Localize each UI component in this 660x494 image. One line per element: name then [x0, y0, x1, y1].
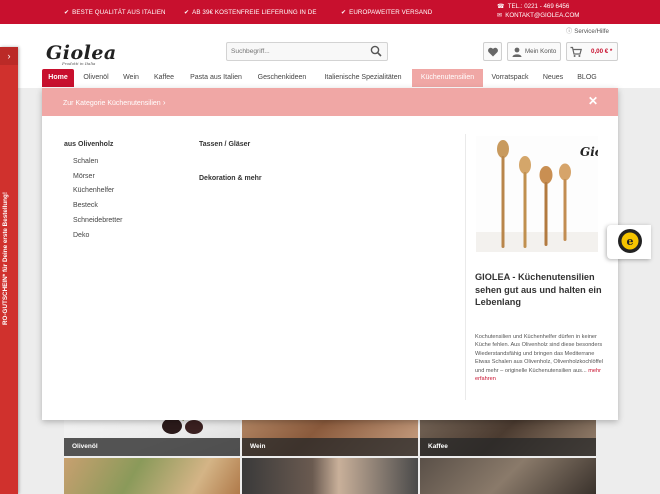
tile-caption-kaffee: Kaffee — [420, 438, 596, 456]
search-input[interactable] — [231, 45, 369, 58]
teaser-title: GIOLEA - Küchenutensilien sehen gut aus … — [475, 272, 602, 307]
nav-blog[interactable]: BLOG — [573, 69, 601, 87]
voucher-side-tab[interactable]: › RO-GUTSCHEIN* für Deine erste Bestellu… — [0, 47, 18, 494]
svg-text:e: e — [627, 235, 634, 248]
nav-neues[interactable]: Neues — [540, 69, 566, 87]
nav-olivenoel[interactable]: Olivenöl — [78, 69, 114, 87]
account-label: Mein Konto — [525, 48, 557, 55]
user-icon — [512, 47, 522, 57]
top-usp-bar: BESTE QUALITÄT AUS ITALIEN AB 39€ KOSTEN… — [0, 0, 660, 24]
service-help-menu[interactable]: Service/Hilfe — [566, 26, 609, 35]
phone-link[interactable]: TEL.: 0221 - 469 6456 — [497, 3, 570, 10]
nav-vorratspack[interactable]: Vorratspack — [487, 69, 533, 87]
heart-icon — [488, 47, 498, 57]
menu-item-moerser[interactable]: Mörser — [73, 173, 95, 180]
usp-eu-shipping: EUROPAWEITER VERSAND — [341, 9, 432, 16]
menu-item-besteck[interactable]: Besteck — [73, 202, 98, 209]
trusted-shops-badge[interactable]: e — [607, 225, 651, 259]
nav-spezialitaeten[interactable]: Italienische Spezialitäten — [317, 69, 409, 87]
mega-menu-header: Zur Kategorie Küchenutensilien ✕ — [42, 88, 618, 116]
menu-col-olivenholz[interactable]: aus Olivenholz — [64, 141, 113, 148]
account-button[interactable]: Mein Konto — [507, 42, 561, 61]
category-tile-people[interactable] — [242, 458, 418, 494]
teaser-logo: Giolea — [580, 145, 598, 159]
teaser-body: Kochutensilien und Küchenhelfer dürfen i… — [475, 334, 604, 374]
category-tile-kitchen[interactable] — [420, 458, 596, 494]
menu-item-schneidebretter[interactable]: Schneidebretter — [73, 217, 122, 224]
usp-quality: BESTE QUALITÄT AUS ITALIEN — [64, 9, 166, 16]
mega-menu-kuechenutensilien: Zur Kategorie Küchenutensilien ✕ aus Oli… — [42, 88, 618, 420]
cart-icon — [570, 46, 582, 57]
usp-free-shipping: AB 39€ KOSTENFREIE LIEFERUNG IN DE — [184, 9, 317, 16]
nav-geschenkideen[interactable]: Geschenkideen — [253, 69, 311, 87]
category-tile-pasta[interactable] — [64, 458, 240, 494]
tile-caption-wein: Wein — [242, 438, 418, 456]
nav-home[interactable]: Home — [42, 69, 74, 87]
cart-total: 0,00 € * — [591, 48, 613, 55]
teaser-text: Kochutensilien und Küchenhelfer dürfen i… — [475, 333, 603, 383]
wooden-spoons-image[interactable]: Giolea — [476, 136, 598, 252]
voucher-side-text: RO-GUTSCHEIN* für Deine erste Bestellung… — [2, 192, 9, 325]
menu-item-schalen[interactable]: Schalen — [73, 158, 98, 165]
nav-pasta[interactable]: Pasta aus Italien — [185, 69, 247, 87]
wishlist-button[interactable] — [483, 42, 502, 61]
search-icon[interactable] — [370, 45, 382, 57]
category-link[interactable]: Zur Kategorie Küchenutensilien — [63, 98, 166, 107]
trusted-seal-icon: e — [618, 229, 642, 253]
email-link[interactable]: KONTAKT@GIOLEA.COM — [497, 12, 579, 19]
nav-kuechenutensilien[interactable]: Küchenutensilien — [412, 69, 483, 87]
menu-item-deko[interactable]: Deko — [73, 232, 89, 239]
nav-kaffee[interactable]: Kaffee — [150, 69, 178, 87]
tile-caption-olivenoel: Olivenöl — [64, 438, 240, 456]
search-box — [226, 42, 388, 61]
menu-col-tassen[interactable]: Tassen / Gläser — [199, 141, 250, 148]
close-icon[interactable]: ✕ — [588, 94, 598, 108]
chevron-right-icon[interactable]: › — [0, 47, 18, 65]
logo-tagline: Prodotti in Italia — [62, 61, 96, 66]
main-navigation: Home Olivenöl Wein Kaffee Pasta aus Ital… — [0, 69, 660, 87]
cart-button[interactable]: 0,00 € * — [566, 42, 618, 61]
teaser-divider — [465, 134, 466, 400]
nav-wein[interactable]: Wein — [119, 69, 143, 87]
menu-col-dekoration[interactable]: Dekoration & mehr — [199, 175, 262, 182]
menu-item-kuechenhelfer[interactable]: Küchenhelfer — [73, 187, 114, 194]
